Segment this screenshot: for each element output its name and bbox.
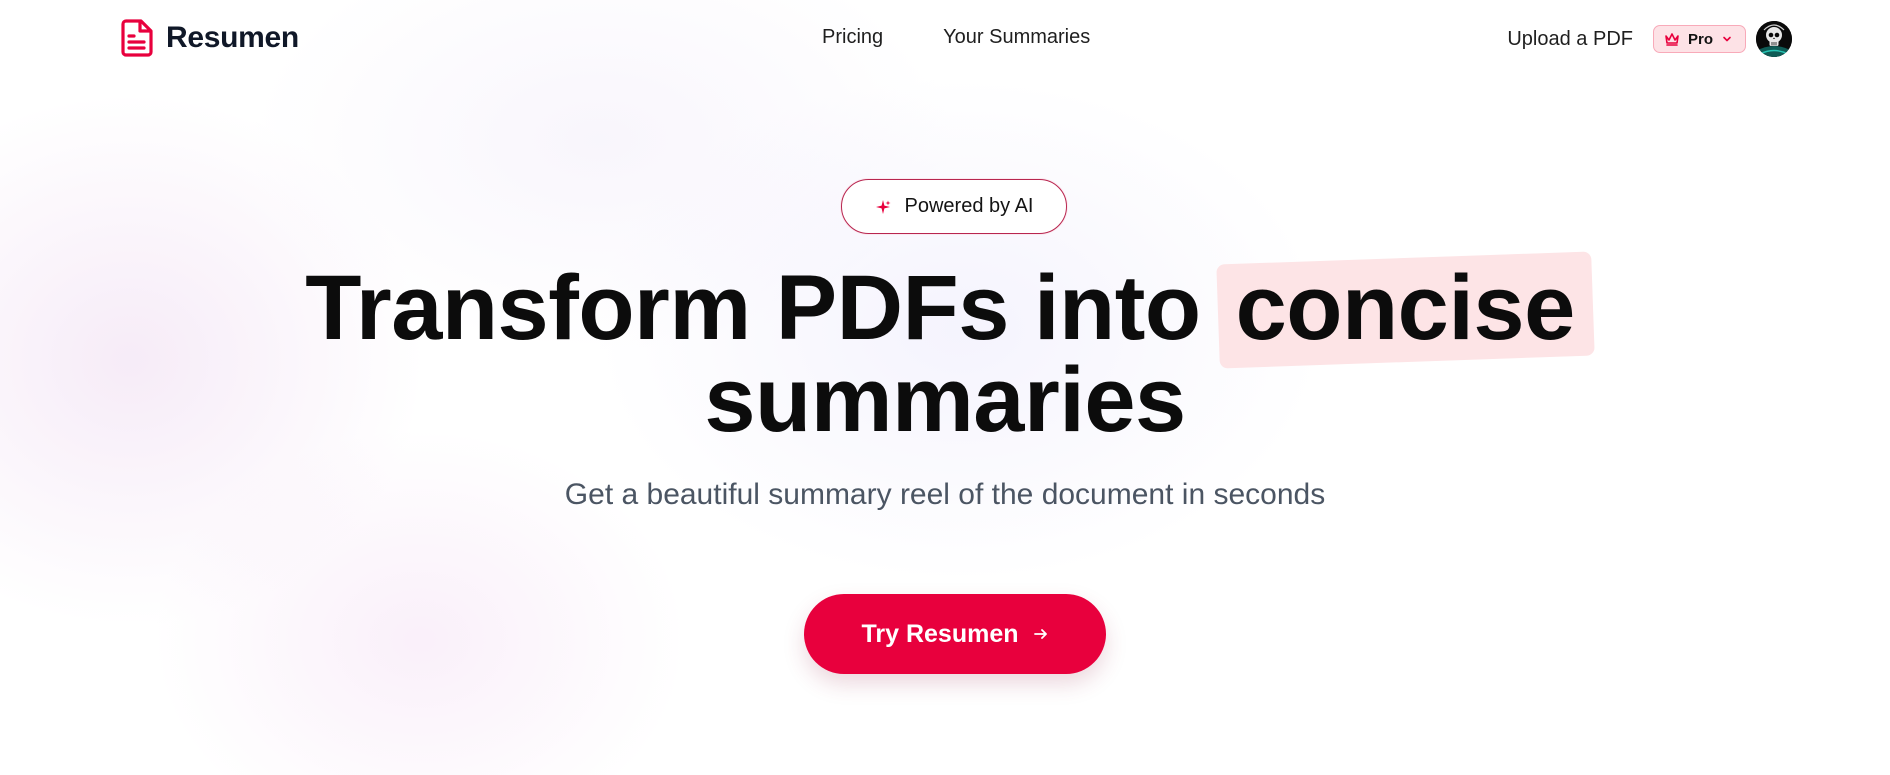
user-avatar[interactable] [1756,21,1792,57]
brand-name: Resumen [166,21,299,54]
sparkles-icon [875,199,891,214]
headline-line-2: summaries [0,354,1890,446]
main-nav-links: Pricing Your Summaries [822,26,1090,49]
chevron-down-icon [1723,36,1731,42]
pro-plan-dropdown[interactable]: Pro [1652,25,1746,53]
brand-logo-link[interactable]: Resumen [120,18,299,58]
top-navigation: Resumen Pricing Your Summaries Upload a … [0,0,1890,78]
hero-subtitle: Get a beautiful summary reel of the docu… [564,478,1326,511]
nav-link-pricing[interactable]: Pricing [822,26,883,49]
headline-highlight: concise [1226,262,1585,354]
nav-actions: Upload a PDF Pro [1507,20,1792,58]
powered-by-ai-label: Powered by AI [904,195,1034,217]
headline-line-1: Transform PDFs into concise [0,262,1890,354]
pro-plan-label: Pro [1687,30,1713,48]
headline-end: summaries [704,349,1186,451]
nav-link-your-summaries[interactable]: Your Summaries [943,26,1090,49]
try-resumen-button[interactable]: Try Resumen [804,594,1106,674]
hero-headline: Transform PDFs into concise summaries [0,262,1890,446]
arrow-right-icon [1033,629,1047,639]
crown-icon [1665,33,1679,46]
try-resumen-label: Try Resumen [861,619,1019,648]
headline-start: Transform PDFs into [305,257,1201,359]
powered-by-ai-badge: Powered by AI [841,179,1067,234]
upload-pdf-link[interactable]: Upload a PDF [1507,28,1633,51]
skull-avatar-icon [1756,21,1792,57]
file-text-icon [121,19,153,57]
